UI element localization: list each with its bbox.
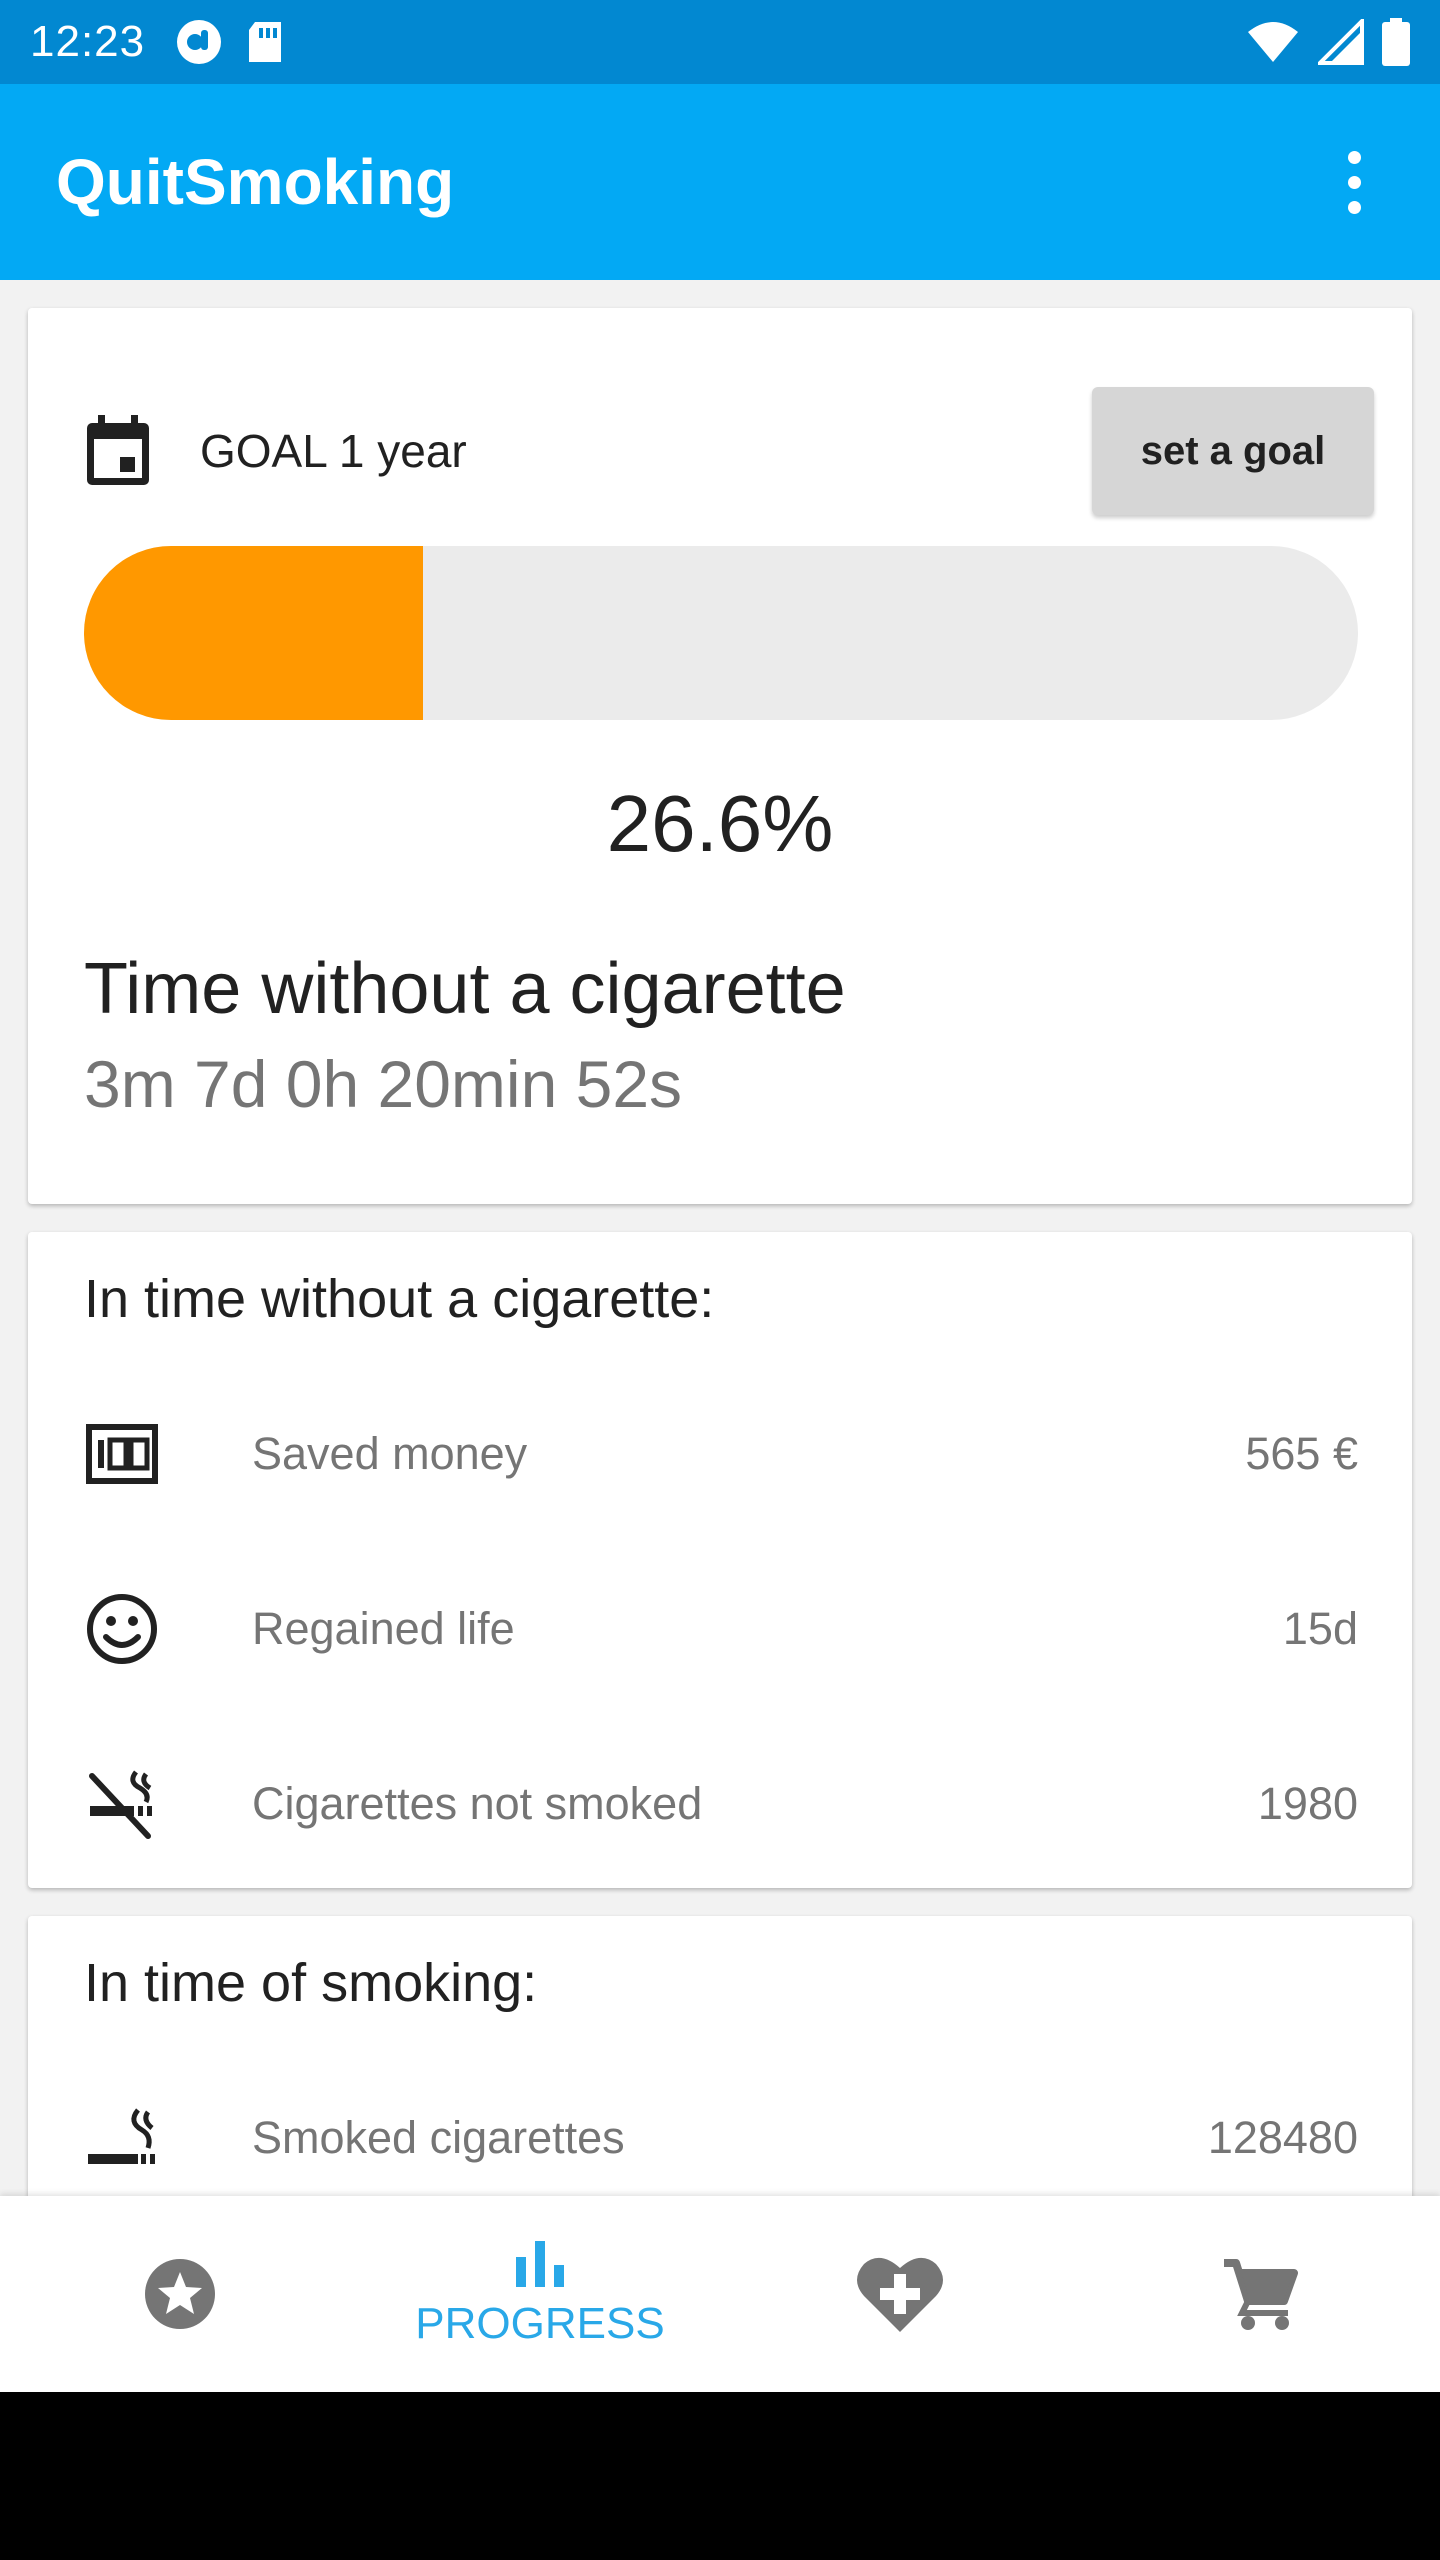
regained-life-label: Regained life — [252, 1603, 515, 1654]
nav-health[interactable] — [720, 2196, 1080, 2392]
heart-plus-icon — [857, 2257, 943, 2332]
status-bar: 12:23 — [0, 0, 1440, 84]
cell-signal-icon — [1318, 19, 1364, 65]
cigarettes-not-smoked-label: Cigarettes not smoked — [252, 1778, 703, 1829]
system-navigation-bar — [0, 2392, 1440, 2560]
savings-heading: In time without a cigarette: — [84, 1269, 715, 1329]
time-without-title: Time without a cigarette — [84, 949, 846, 1029]
saved-money-label: Saved money — [252, 1428, 528, 1479]
wifi-icon — [1248, 22, 1298, 62]
no-smoking-icon — [84, 1766, 160, 1842]
goal-percent: 26.6% — [606, 779, 834, 868]
time-without-value: 3m 7d 0h 20min 52s — [84, 1047, 683, 1121]
smoking-icon — [84, 2100, 160, 2176]
goal-progress-bar — [84, 546, 1358, 720]
smoking-heading: In time of smoking: — [84, 1953, 538, 2013]
sd-card-icon — [249, 22, 282, 62]
overflow-menu-icon[interactable] — [1324, 132, 1384, 232]
bar-chart-icon — [516, 2241, 564, 2287]
money-100-icon — [84, 1416, 160, 1492]
savings-card: In time without a cigarette: Saved money… — [28, 1232, 1412, 1888]
goal-progress-fill — [84, 546, 423, 720]
goal-text: GOAL 1 year — [200, 425, 467, 477]
cigarettes-not-smoked-value: 1980 — [1257, 1778, 1358, 1829]
list-item: Smoked cigarettes 128480 — [84, 2088, 1358, 2188]
notification-app-icon — [177, 20, 222, 64]
bottom-navigation: PROGRESS — [0, 2196, 1440, 2392]
list-item: Saved money 565 € — [84, 1404, 1358, 1504]
goal-row: GOAL 1 year set a goal — [84, 386, 1374, 516]
star-icon — [145, 2259, 215, 2329]
status-time: 12:23 — [30, 17, 146, 66]
calendar-icon — [87, 415, 149, 485]
battery-icon — [1382, 18, 1410, 66]
smoking-card: In time of smoking: Smoked cigarettes 12… — [28, 1916, 1412, 2196]
cart-icon — [1224, 2259, 1298, 2330]
nav-progress[interactable]: PROGRESS — [360, 2196, 720, 2392]
nav-progress-label: PROGRESS — [415, 2299, 665, 2348]
content-scroll[interactable]: GOAL 1 year set a goal 26.6% Time withou… — [0, 280, 1440, 2196]
list-item: Regained life 15d — [84, 1579, 1358, 1679]
smoked-cigarettes-label: Smoked cigarettes — [252, 2112, 625, 2163]
nav-achievements[interactable] — [0, 2196, 360, 2392]
app-bar: QuitSmoking — [0, 84, 1440, 280]
saved-money-value: 565 € — [1245, 1428, 1358, 1479]
regained-life-value: 15d — [1282, 1603, 1358, 1654]
app-title: QuitSmoking — [56, 146, 455, 218]
list-item: Cigarettes not smoked 1980 — [84, 1754, 1358, 1854]
smiley-icon — [84, 1591, 160, 1667]
set-goal-button[interactable]: set a goal — [1092, 387, 1374, 515]
smoked-cigarettes-value: 128480 — [1207, 2112, 1358, 2163]
goal-card: GOAL 1 year set a goal 26.6% Time withou… — [28, 308, 1412, 1204]
nav-shop[interactable] — [1080, 2196, 1440, 2392]
